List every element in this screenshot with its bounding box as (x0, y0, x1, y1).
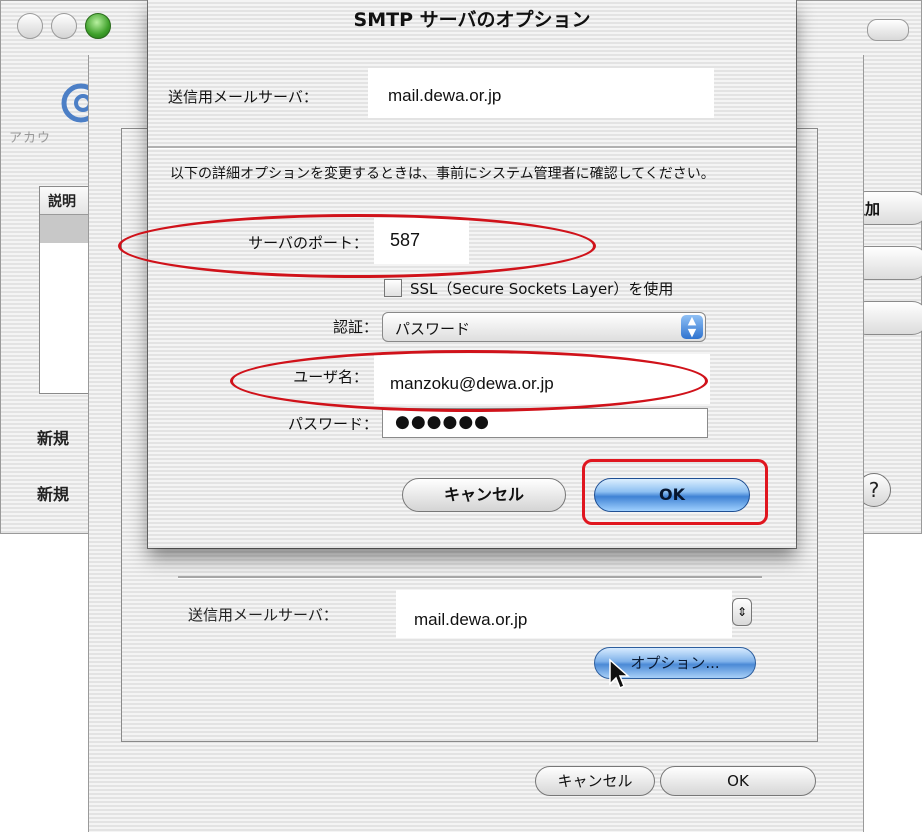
ok-button[interactable]: OK (594, 478, 750, 512)
authentication-value: パスワード (395, 320, 471, 338)
close-window-icon[interactable] (17, 13, 43, 39)
outgoing-server-field[interactable]: mail.dewa.or.jp (368, 68, 714, 118)
separator (148, 146, 796, 149)
outgoing-server-value: mail.dewa.or.jp (414, 610, 528, 629)
server-popup-arrows-icon[interactable]: ⇕ (732, 598, 752, 626)
advanced-options-note: 以下の詳細オプションを変更するときは、事前にシステム管理者に確認してください。 (170, 166, 715, 182)
authentication-select[interactable]: パスワード ▲ ▼ (382, 312, 706, 342)
password-label: パスワード： (287, 415, 378, 433)
sheet-ok-button[interactable]: OK (660, 766, 816, 796)
username-highlight-ellipse (230, 350, 708, 412)
popup-arrows-icon: ▲ ▼ (681, 315, 703, 339)
outgoing-server-select[interactable]: mail.dewa.or.jp (396, 590, 732, 638)
authentication-label: 認証： (332, 318, 378, 336)
use-ssl-checkbox[interactable] (384, 279, 402, 297)
password-value: ●●●●●● (395, 412, 491, 432)
outgoing-server-label: 送信用メールサーバ： (188, 606, 338, 624)
minimize-window-icon[interactable] (51, 13, 77, 39)
zoom-window-icon[interactable] (85, 13, 111, 39)
accounts-toolbar-label: アカウ (9, 131, 52, 146)
new-mail-label-2: 新規 (37, 485, 70, 504)
new-mail-label: 新規 (37, 429, 70, 448)
dialog-title: SMTP サーバのオプション (353, 9, 591, 31)
outgoing-server-value: mail.dewa.or.jp (388, 86, 502, 105)
outgoing-server-label: 送信用メールサーバ： (168, 88, 318, 106)
cancel-button[interactable]: キャンセル (402, 478, 566, 512)
mouse-pointer-icon (609, 658, 630, 690)
use-ssl-label: SSL（Secure Sockets Layer）を使用 (410, 280, 674, 298)
port-highlight-ellipse (118, 214, 596, 278)
password-field[interactable]: ●●●●●● (382, 408, 708, 438)
separator (178, 576, 762, 579)
sheet-cancel-button[interactable]: キャンセル (535, 766, 655, 796)
toolbar-toggle-button[interactable] (867, 19, 909, 41)
